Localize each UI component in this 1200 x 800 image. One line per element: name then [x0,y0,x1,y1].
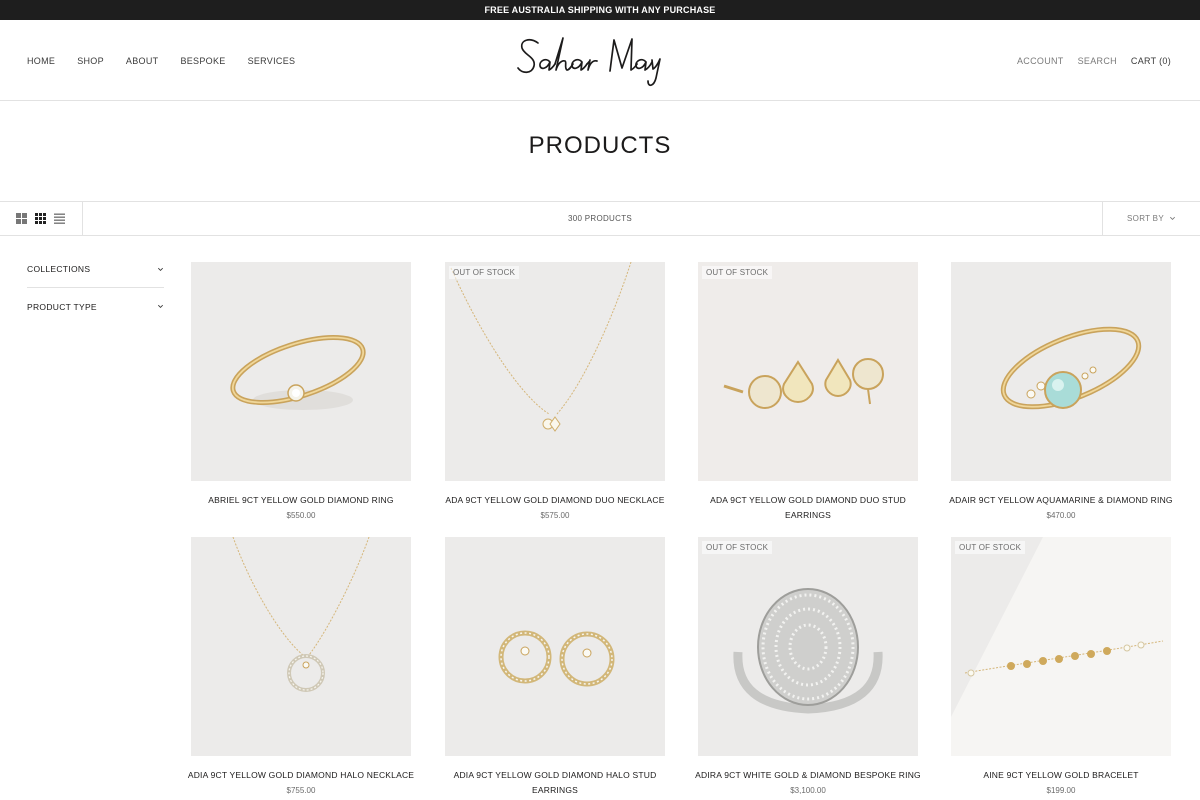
product-image[interactable] [445,537,665,756]
main-nav: HOME SHOP ABOUT BESPOKE SERVICES [27,20,317,101]
product-price: $3,100.00 [790,786,826,795]
earrings-duo-image [698,262,918,481]
page-title: PRODUCTS [528,132,672,159]
product-price: $550.00 [286,511,316,520]
collection-toolbar: 300 PRODUCTS SORT BY [0,201,1200,236]
product-image[interactable] [191,537,411,756]
necklace-duo-image [445,262,665,481]
announcement-bar: FREE AUSTRALIA SHIPPING WITH ANY PURCHAS… [0,0,1200,20]
ring-pave-image [698,537,918,756]
cart-link[interactable]: CART (0) [1131,56,1171,66]
nav-home[interactable]: HOME [27,56,55,66]
product-image[interactable] [951,262,1171,481]
view-switcher [0,202,83,235]
chevron-down-icon [158,304,163,308]
filter-label: PRODUCT TYPE [27,301,97,312]
product-image[interactable]: OUT OF STOCK [445,262,665,481]
product-name[interactable]: ADIA 9CT YELLOW GOLD DIAMOND HALO NECKLA… [185,768,417,783]
product-image[interactable]: OUT OF STOCK [698,537,918,756]
ring-aquamarine-image [951,262,1171,481]
product-image[interactable] [191,262,411,481]
product-name[interactable]: ABRIEL 9CT YELLOW GOLD DIAMOND RING [185,493,417,508]
stock-badge: OUT OF STOCK [449,266,520,279]
site-header: HOME SHOP ABOUT BESPOKE SERVICES ACCOUNT… [0,20,1200,101]
product-name[interactable]: ADIA 9CT YELLOW GOLD DIAMOND HALO STUD E… [439,768,671,797]
stock-badge: OUT OF STOCK [702,266,773,279]
product-price: $755.00 [286,786,316,795]
account-link[interactable]: ACCOUNT [1017,56,1064,66]
account-nav: ACCOUNT SEARCH CART (0) [1003,20,1171,101]
product-name[interactable]: AINE 9CT YELLOW GOLD BRACELET [945,768,1177,783]
product-name[interactable]: ADA 9CT YELLOW GOLD DIAMOND DUO NECKLACE [439,493,671,508]
earrings-halo-image [445,537,665,756]
nav-services[interactable]: SERVICES [248,56,296,66]
product-image[interactable]: OUT OF STOCK [951,537,1171,756]
filter-product-type[interactable]: PRODUCT TYPE [27,288,164,325]
search-link[interactable]: SEARCH [1078,56,1117,66]
chevron-down-icon [158,267,163,271]
stock-badge: OUT OF STOCK [955,541,1026,554]
stock-badge: OUT OF STOCK [702,541,773,554]
bracelet-image [951,537,1171,756]
grid-large-icon[interactable] [16,213,27,224]
sort-label: SORT BY [1127,214,1164,223]
list-view-icon[interactable] [54,213,65,224]
filter-collections[interactable]: COLLECTIONS [27,251,164,288]
product-price: $199.00 [1046,786,1076,795]
sort-dropdown[interactable]: SORT BY [1102,202,1200,235]
product-name[interactable]: ADA 9CT YELLOW GOLD DIAMOND DUO STUD EAR… [692,493,924,522]
nav-shop[interactable]: SHOP [77,56,104,66]
filter-label: COLLECTIONS [27,264,91,274]
product-price: $575.00 [540,511,570,520]
brand-logo[interactable] [500,28,700,94]
chevron-down-icon [1169,216,1175,220]
necklace-halo-image [191,537,411,756]
product-name[interactable]: ADAIR 9CT YELLOW AQUAMARINE & DIAMOND RI… [945,493,1177,508]
brand-logo-script [517,37,661,87]
filter-sidebar: COLLECTIONS PRODUCT TYPE [27,251,164,325]
ring-solitaire-image [191,262,411,481]
grid-small-icon[interactable] [35,213,46,224]
product-count: 300 PRODUCTS [567,214,633,223]
nav-about[interactable]: ABOUT [126,56,159,66]
product-price: $470.00 [1046,511,1076,520]
product-image[interactable]: OUT OF STOCK [698,262,918,481]
product-name[interactable]: ADIRA 9CT WHITE GOLD & DIAMOND BESPOKE R… [692,768,924,783]
nav-bespoke[interactable]: BESPOKE [180,56,225,66]
